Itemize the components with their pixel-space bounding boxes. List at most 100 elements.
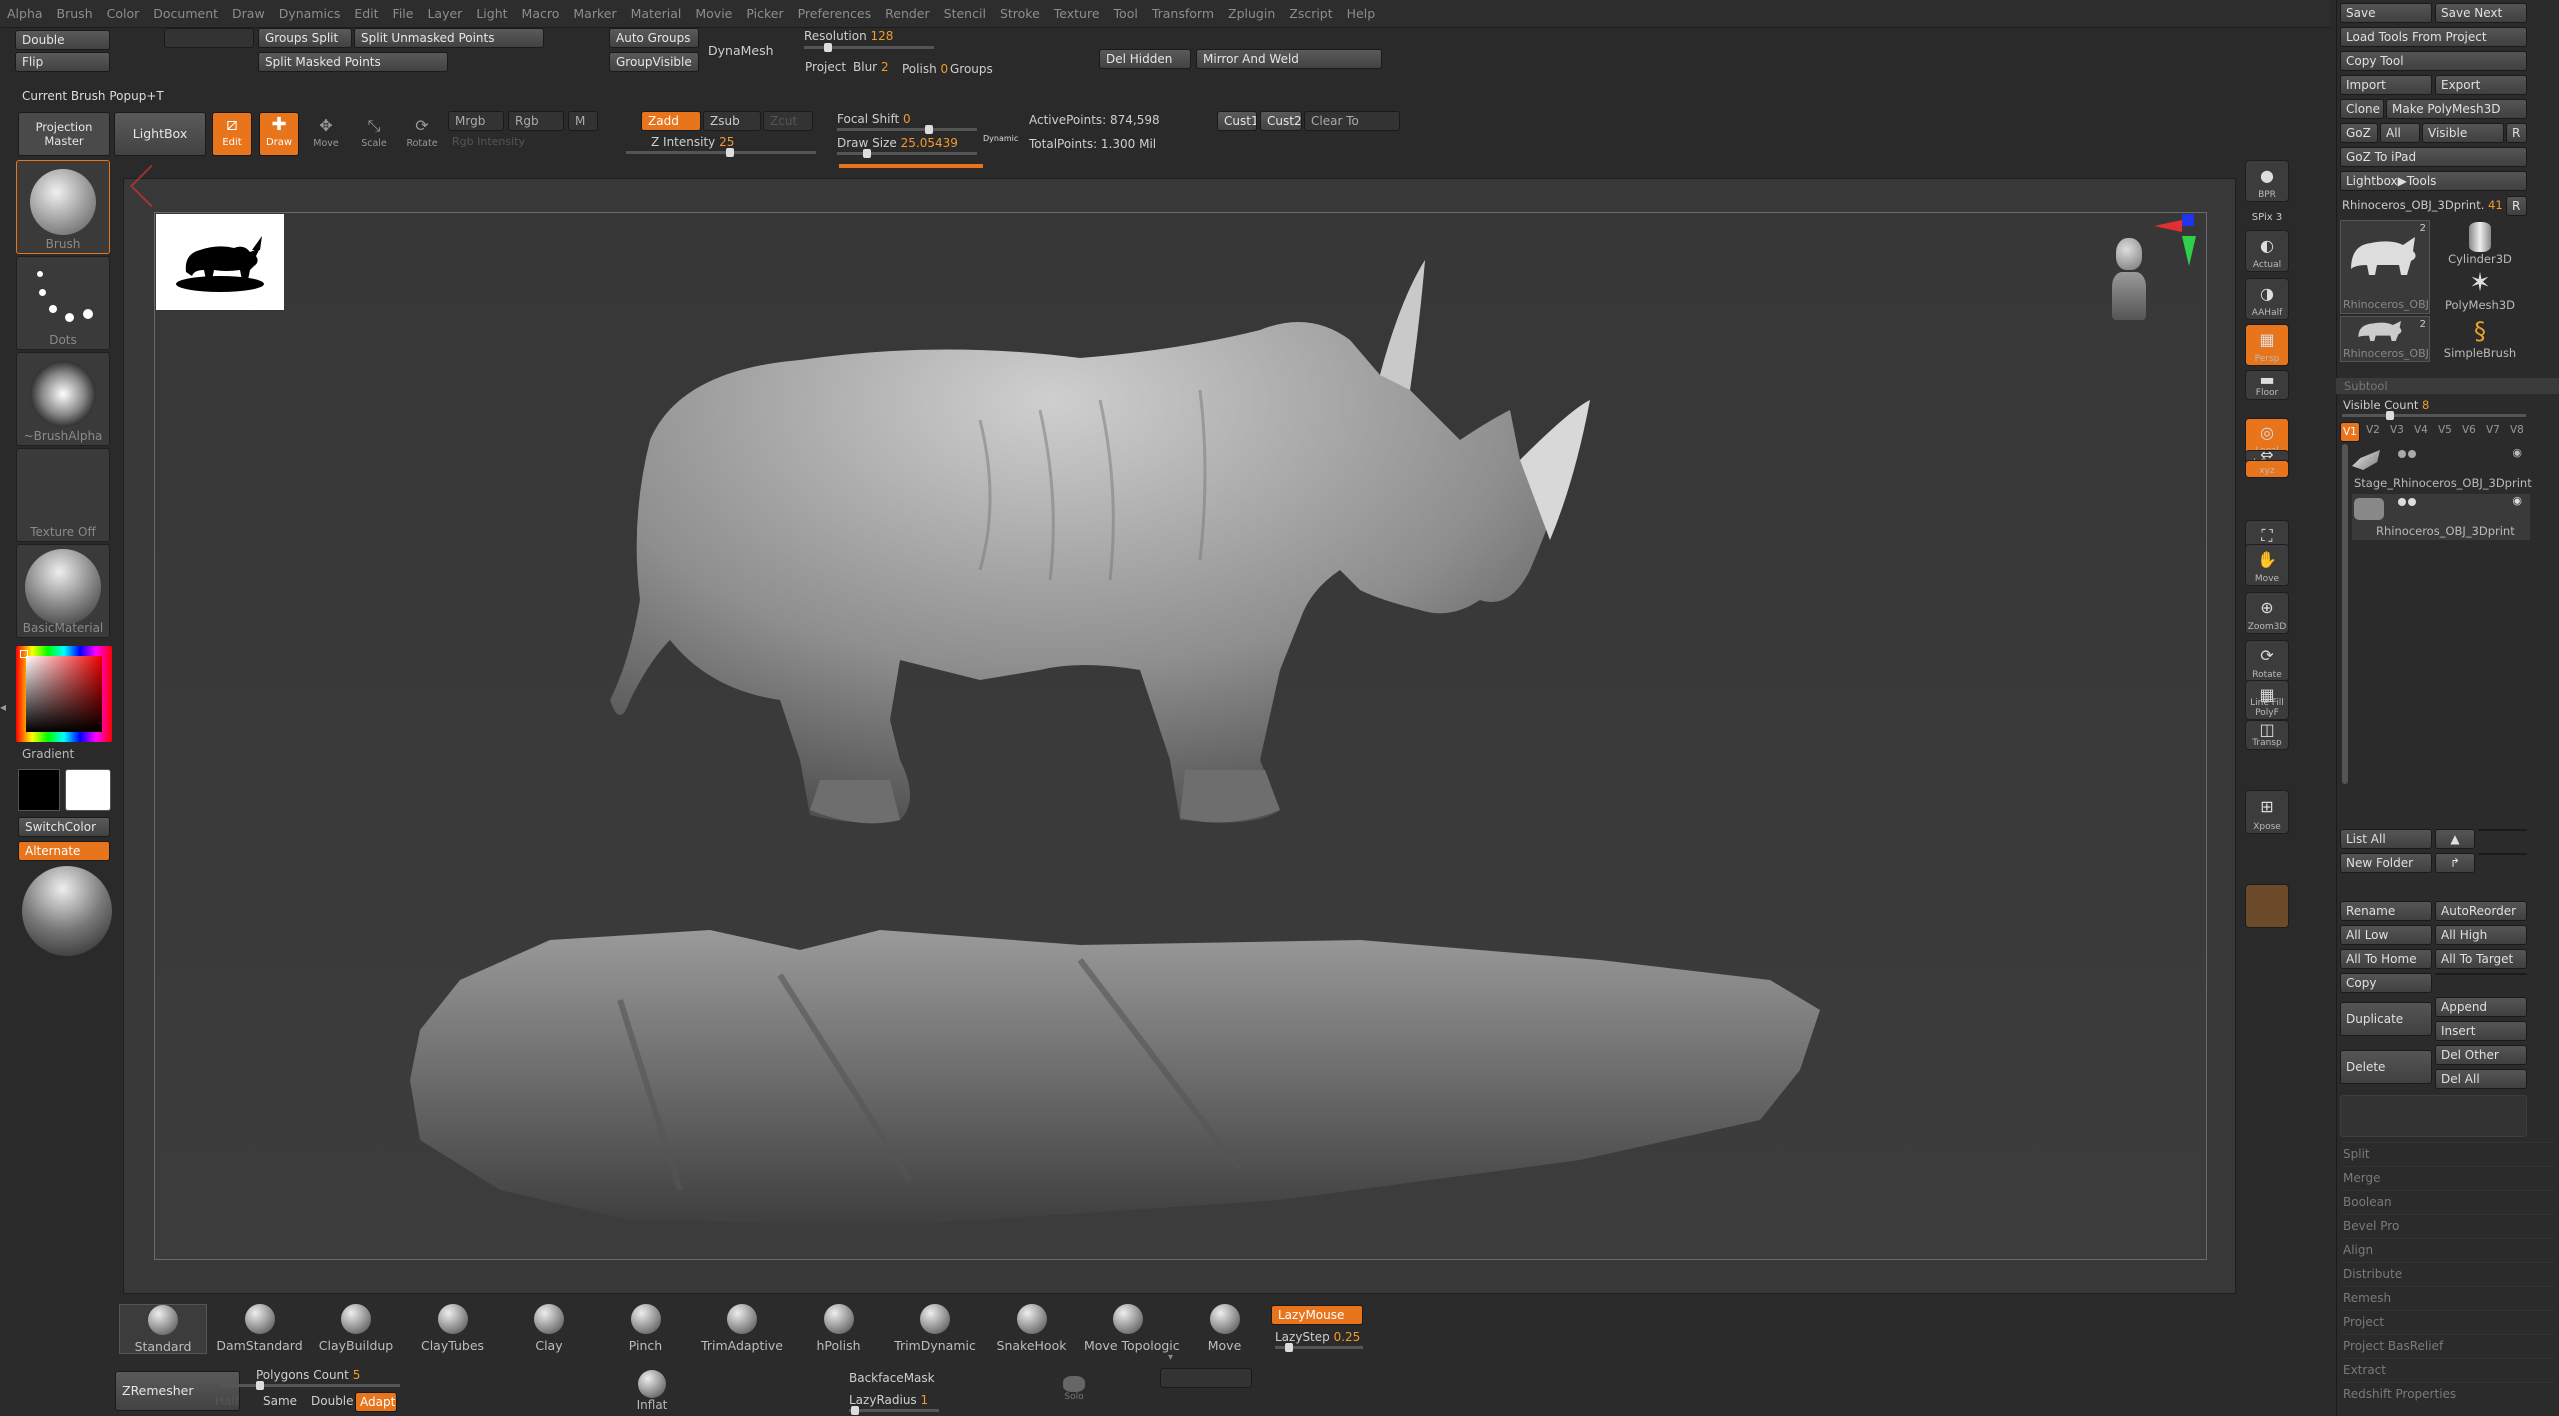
paste-subtool-button[interactable] bbox=[2435, 973, 2527, 975]
menu-alpha[interactable]: Alpha bbox=[0, 0, 50, 27]
brush-hpolish[interactable]: hPolish bbox=[795, 1304, 883, 1354]
menu-draw[interactable]: Draw bbox=[225, 0, 272, 27]
subtool-extra-field[interactable] bbox=[2340, 1095, 2527, 1137]
rename-button[interactable]: Rename bbox=[2340, 901, 2432, 921]
gradient-toggle[interactable]: Gradient bbox=[22, 747, 74, 761]
project-toggle[interactable]: Project bbox=[805, 60, 846, 74]
half-toggle[interactable]: Half bbox=[215, 1394, 239, 1408]
del-other-button[interactable]: Del Other bbox=[2435, 1045, 2527, 1065]
shelf-rotate-button[interactable]: ⟳ Rotate bbox=[2245, 640, 2289, 682]
copy-tool-button[interactable]: Copy Tool bbox=[2340, 51, 2527, 71]
menu-material[interactable]: Material bbox=[624, 0, 689, 27]
delete-button[interactable]: Delete bbox=[2340, 1050, 2432, 1084]
rotate-button[interactable]: ⟳ Rotate bbox=[402, 114, 442, 156]
menu-tool[interactable]: Tool bbox=[1107, 0, 1145, 27]
groups-split-button[interactable]: Groups Split bbox=[258, 28, 352, 48]
subtool-section-align[interactable]: Align bbox=[2343, 1238, 2553, 1260]
brush-standard[interactable]: Standard bbox=[119, 1304, 207, 1354]
brush-snakehook[interactable]: SnakeHook bbox=[988, 1304, 1076, 1354]
menu-render[interactable]: Render bbox=[878, 0, 937, 27]
subtool-section-split[interactable]: Split bbox=[2343, 1142, 2553, 1164]
z-intensity-track[interactable] bbox=[626, 148, 816, 157]
version-v7[interactable]: V7 bbox=[2486, 424, 2500, 436]
append-button[interactable]: Append bbox=[2435, 997, 2527, 1017]
menu-movie[interactable]: Movie bbox=[688, 0, 739, 27]
lightbox-button[interactable]: LightBox bbox=[114, 112, 206, 156]
inflat-brush[interactable]: Inflat bbox=[622, 1366, 682, 1416]
material-tile[interactable]: BasicMaterial bbox=[16, 544, 110, 638]
subtool-section-bevel-pro[interactable]: Bevel Pro bbox=[2343, 1214, 2553, 1236]
menu-light[interactable]: Light bbox=[469, 0, 514, 27]
polycount-slider[interactable]: Polygons Count 5 bbox=[256, 1368, 360, 1382]
shelf-transp-button[interactable]: ◫ Transp bbox=[2245, 720, 2289, 750]
projection-master-button[interactable]: Projection Master bbox=[18, 112, 110, 156]
dynamesh-button[interactable]: DynaMesh bbox=[708, 43, 774, 58]
export-button[interactable]: Export bbox=[2435, 75, 2527, 95]
folder-extra-button[interactable] bbox=[2478, 853, 2527, 855]
version-v8[interactable]: V8 bbox=[2510, 424, 2524, 436]
auto-groups-button[interactable]: Auto Groups bbox=[609, 28, 699, 48]
tool-thumb-rhino-2[interactable]: 2 Rhinoceros_OBJ bbox=[2340, 316, 2430, 362]
brush-pinch[interactable]: Pinch bbox=[602, 1304, 690, 1354]
menu-document[interactable]: Document bbox=[146, 0, 225, 27]
secondary-color-swatch[interactable] bbox=[65, 769, 111, 811]
version-v3[interactable]: V3 bbox=[2390, 424, 2404, 436]
lazystep-slider[interactable]: LazyStep 0.25 bbox=[1275, 1330, 1360, 1344]
main-color-swatch[interactable] bbox=[18, 769, 60, 811]
subtool-scrollbar[interactable] bbox=[2342, 444, 2348, 784]
shelf-line-fill-polyf-button[interactable]: ▦ Line Fill PolyF bbox=[2245, 680, 2289, 720]
subtool-section-project-basrelief[interactable]: Project BasRelief bbox=[2343, 1334, 2553, 1356]
spacer-button[interactable] bbox=[164, 28, 254, 48]
version-v1[interactable]: V1 bbox=[2340, 422, 2360, 442]
group-visible-button[interactable]: GroupVisible bbox=[609, 52, 699, 72]
menu-zplugin[interactable]: Zplugin bbox=[1221, 0, 1282, 27]
tool-r-button[interactable]: R bbox=[2506, 196, 2527, 216]
edit-button[interactable]: ⧄ Edit bbox=[212, 112, 252, 156]
alpha-tile[interactable]: ~BrushAlpha bbox=[16, 352, 110, 446]
clear-to-button[interactable]: Clear To bbox=[1304, 111, 1400, 131]
adapt-button[interactable]: Adapt bbox=[355, 1392, 397, 1412]
save-next-button[interactable]: Save Next bbox=[2435, 3, 2527, 23]
lazyradius-slider[interactable]: LazyRadius 1 bbox=[849, 1393, 928, 1407]
all-high-button[interactable]: All High bbox=[2435, 925, 2527, 945]
menu-texture[interactable]: Texture bbox=[1047, 0, 1107, 27]
brush-move[interactable]: Move bbox=[1181, 1304, 1269, 1354]
goz-r-button[interactable]: R bbox=[2506, 123, 2527, 143]
polycount-track[interactable] bbox=[220, 1381, 400, 1390]
auto-reorder-button[interactable]: AutoReorder bbox=[2435, 901, 2527, 921]
shelf-color-swatch[interactable] bbox=[2245, 884, 2289, 928]
blur-slider[interactable]: Blur 2 bbox=[853, 60, 889, 74]
shelf-bpr-button[interactable]: ● BPR bbox=[2245, 160, 2289, 202]
color-square[interactable] bbox=[26, 656, 102, 732]
brush-clay[interactable]: Clay bbox=[505, 1304, 593, 1354]
brush-trimadaptive[interactable]: TrimAdaptive bbox=[698, 1304, 786, 1354]
menu-zscript[interactable]: Zscript bbox=[1282, 0, 1339, 27]
subtool-section-boolean[interactable]: Boolean bbox=[2343, 1190, 2553, 1212]
version-v5[interactable]: V5 bbox=[2438, 424, 2452, 436]
goz-ipad-button[interactable]: GoZ To iPad bbox=[2340, 147, 2527, 167]
move-button[interactable]: ✥ Move bbox=[306, 114, 346, 156]
menu-help[interactable]: Help bbox=[1340, 0, 1383, 27]
double-toggle[interactable]: Double bbox=[311, 1394, 354, 1408]
subtool-eye-toggles-2[interactable]: ◉ bbox=[2392, 494, 2522, 507]
resolution-track[interactable] bbox=[804, 43, 934, 52]
menu-brush[interactable]: Brush bbox=[50, 0, 100, 27]
bottom-extra-button[interactable] bbox=[1160, 1368, 1252, 1388]
solo-button[interactable]: Solo bbox=[1056, 1370, 1092, 1410]
goz-visible-button[interactable]: Visible bbox=[2422, 123, 2504, 143]
groups-toggle[interactable]: Groups bbox=[950, 62, 993, 76]
navigation-thumbnail[interactable] bbox=[156, 214, 284, 310]
draw-size-track[interactable] bbox=[837, 149, 977, 158]
menu-picker[interactable]: Picker bbox=[739, 0, 790, 27]
axis-gizmo[interactable] bbox=[2150, 212, 2200, 272]
lazyradius-track[interactable] bbox=[849, 1406, 939, 1415]
move-down-button[interactable] bbox=[2478, 829, 2527, 831]
backface-mask-toggle[interactable]: BackfaceMask bbox=[849, 1371, 935, 1385]
save-tool-button[interactable]: Save bbox=[2340, 3, 2432, 23]
stroke-tile[interactable]: Dots bbox=[16, 256, 110, 350]
tool-thumb-simplebrush[interactable]: § SimpleBrush bbox=[2434, 316, 2526, 364]
shelf-persp-button[interactable]: ▦ Persp bbox=[2245, 324, 2289, 366]
subtool-section-remesh[interactable]: Remesh bbox=[2343, 1286, 2553, 1308]
version-v4[interactable]: V4 bbox=[2414, 424, 2428, 436]
menu-dynamics[interactable]: Dynamics bbox=[272, 0, 348, 27]
